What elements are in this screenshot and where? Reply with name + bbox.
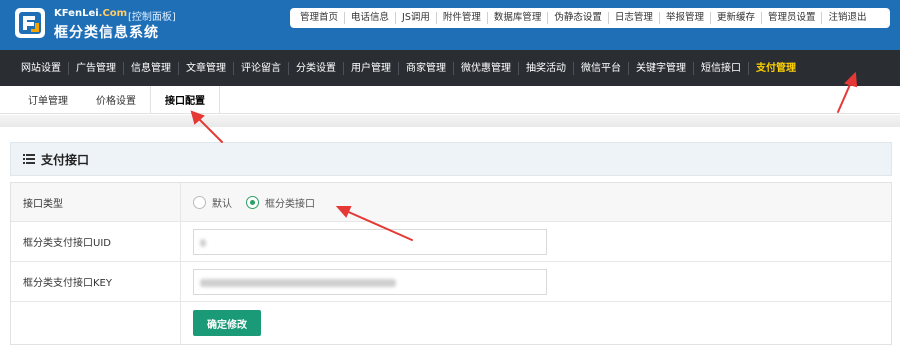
- top-link-database[interactable]: 数据库管理: [488, 12, 549, 24]
- sub-nav: 订单管理 价格设置 接口配置: [0, 86, 900, 114]
- radio-kfl[interactable]: 框分类接口: [246, 195, 315, 210]
- top-link-reports[interactable]: 举报管理: [660, 12, 711, 24]
- nav-payment[interactable]: 支付管理: [749, 62, 803, 75]
- radio-kfl-circle[interactable]: [246, 195, 259, 209]
- sub-nav-divider: [0, 115, 900, 127]
- top-link-admins[interactable]: 管理员设置: [762, 12, 823, 24]
- uid-blurred-value: [200, 238, 206, 247]
- top-link-rewrite[interactable]: 伪静态设置: [548, 12, 609, 24]
- uid-input[interactable]: [193, 228, 547, 255]
- top-link-cache[interactable]: 更新缓存: [711, 12, 762, 24]
- key-field: [181, 262, 891, 301]
- brand-name: 框分类信息系统: [54, 25, 159, 41]
- logo-icon: [15, 8, 45, 38]
- form-row-type: 接口类型 默认 框分类接口: [11, 183, 891, 222]
- nav-coupons[interactable]: 微优惠管理: [454, 61, 519, 75]
- uid-field: [181, 222, 891, 261]
- form-row-key: 框分类支付接口KEY: [11, 262, 891, 302]
- brand-panel-label: [控制面板]: [128, 12, 176, 23]
- top-links-bar: 管理首页 电话信息 JS调用 附件管理 数据库管理 伪静态设置 日志管理 举报管…: [290, 8, 890, 28]
- payment-form: 接口类型 默认 框分类接口 框分类支付接口UID 框分类支付接口KEY 确定修改: [10, 182, 892, 345]
- nav-site-settings[interactable]: 网站设置: [14, 61, 69, 75]
- key-label: 框分类支付接口KEY: [11, 262, 181, 301]
- panel-header: 支付接口: [10, 142, 892, 176]
- nav-ads[interactable]: 广告管理: [69, 61, 124, 75]
- submit-field: 确定修改: [181, 302, 891, 344]
- nav-info[interactable]: 信息管理: [124, 61, 179, 75]
- nav-keywords[interactable]: 关键字管理: [629, 61, 694, 75]
- top-link-logout[interactable]: 注销退出: [822, 12, 872, 24]
- form-row-submit: 确定修改: [11, 302, 891, 344]
- top-link-phone[interactable]: 电话信息: [345, 12, 397, 24]
- list-icon: [23, 154, 35, 164]
- brand-domain: KFenLei.Com: [54, 8, 128, 19]
- type-field: 默认 框分类接口: [181, 183, 891, 221]
- top-header: KFenLei.Com [控制面板] 框分类信息系统 管理首页 电话信息 JS调…: [0, 0, 900, 50]
- top-link-js[interactable]: JS调用: [396, 12, 437, 24]
- panel-title: 支付接口: [41, 152, 90, 167]
- submit-button[interactable]: 确定修改: [193, 310, 261, 336]
- radio-default-label: 默认: [212, 198, 232, 210]
- subnav-prices[interactable]: 价格设置: [82, 86, 150, 113]
- nav-wechat[interactable]: 微信平台: [574, 61, 629, 75]
- radio-default[interactable]: 默认: [193, 195, 232, 210]
- top-link-home[interactable]: 管理首页: [294, 12, 346, 24]
- nav-merchants[interactable]: 商家管理: [399, 61, 454, 75]
- key-input[interactable]: [193, 268, 547, 295]
- top-link-attachments[interactable]: 附件管理: [437, 12, 488, 24]
- subnav-orders[interactable]: 订单管理: [14, 86, 82, 113]
- uid-label: 框分类支付接口UID: [11, 222, 181, 261]
- subnav-api-config[interactable]: 接口配置: [150, 86, 220, 113]
- nav-articles[interactable]: 文章管理: [179, 61, 234, 75]
- nav-comments[interactable]: 评论留言: [234, 61, 289, 75]
- nav-users[interactable]: 用户管理: [344, 61, 399, 75]
- form-row-uid: 框分类支付接口UID: [11, 222, 891, 262]
- radio-kfl-label: 框分类接口: [265, 198, 315, 210]
- top-link-logs[interactable]: 日志管理: [609, 12, 660, 24]
- radio-default-circle[interactable]: [193, 195, 206, 209]
- type-label: 接口类型: [11, 183, 181, 221]
- nav-sms[interactable]: 短信接口: [694, 61, 749, 75]
- submit-row-label: [11, 302, 181, 344]
- nav-categories[interactable]: 分类设置: [289, 61, 344, 75]
- main-nav: 网站设置 广告管理 信息管理 文章管理 评论留言 分类设置 用户管理 商家管理 …: [0, 50, 900, 86]
- key-blurred-value: [200, 278, 396, 287]
- nav-lottery[interactable]: 抽奖活动: [519, 61, 574, 75]
